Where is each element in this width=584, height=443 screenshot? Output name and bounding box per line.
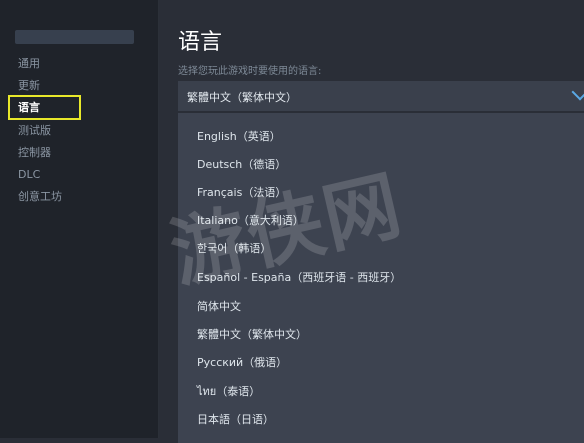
- language-option-korean[interactable]: 한국어（韩语）: [197, 240, 271, 256]
- sidebar-item-betas[interactable]: 测试版: [18, 124, 51, 138]
- language-select[interactable]: 繁體中文（繁体中文）: [178, 81, 584, 111]
- main-panel: 语言 选择您玩此游戏时要使用的语言: 繁體中文（繁体中文） English（英语…: [159, 0, 584, 443]
- language-option-schinese[interactable]: 简体中文: [197, 298, 241, 314]
- language-option-russian[interactable]: Русский（俄语）: [197, 354, 287, 370]
- sidebar-item-general[interactable]: 通用: [18, 57, 40, 71]
- page-subtitle: 选择您玩此游戏时要使用的语言:: [178, 66, 322, 77]
- language-select-value: 繁體中文（繁体中文）: [187, 91, 297, 104]
- sidebar-item-workshop[interactable]: 创意工坊: [18, 190, 62, 204]
- sidebar: 通用 更新 语言 测试版 控制器 DLC 创意工坊: [0, 0, 159, 438]
- language-option-japanese[interactable]: 日本語（日语）: [197, 411, 274, 427]
- sidebar-item-dlc[interactable]: DLC: [18, 168, 40, 182]
- language-option-thai[interactable]: ไทย（泰语）: [197, 382, 260, 400]
- language-option-french[interactable]: Français（法语）: [197, 184, 286, 200]
- sidebar-header-blurred: [15, 30, 134, 44]
- sidebar-item-controller[interactable]: 控制器: [18, 146, 51, 160]
- language-highlight-box: [8, 95, 81, 120]
- chevron-down-icon[interactable]: [571, 83, 584, 101]
- language-option-spanish[interactable]: Español - España（西班牙语 - 西班牙）: [197, 269, 401, 285]
- language-option-italian[interactable]: Italiano（意大利语）: [197, 212, 304, 228]
- language-dropdown-list: English（英语） Deutsch（德语） Français（法语） Ita…: [178, 113, 584, 443]
- language-option-german[interactable]: Deutsch（德语）: [197, 156, 286, 172]
- page-title: 语言: [178, 30, 223, 55]
- language-option-english[interactable]: English（英语）: [197, 128, 281, 144]
- language-option-tchinese[interactable]: 繁體中文（繁体中文）: [197, 326, 307, 342]
- sidebar-item-updates[interactable]: 更新: [18, 79, 40, 93]
